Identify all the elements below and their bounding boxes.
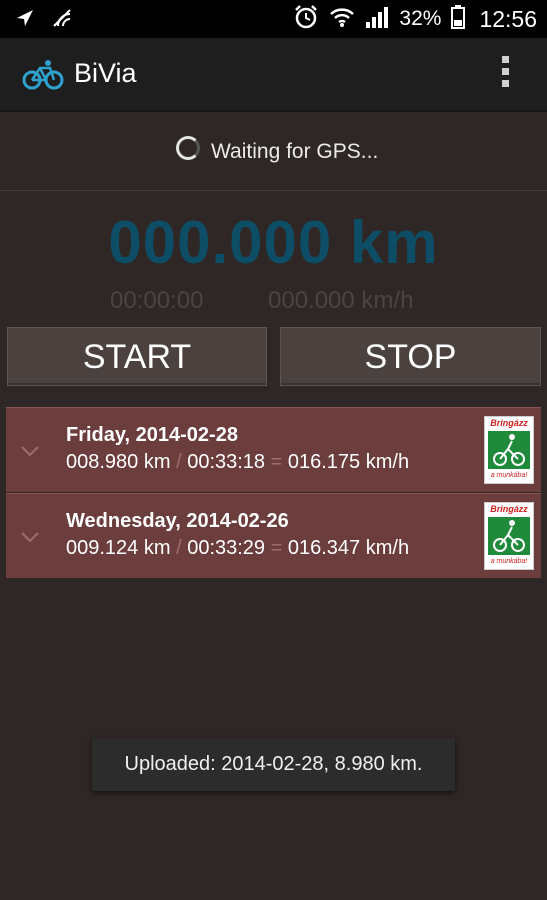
trip-stats: 009.124 km / 00:33:29 = 016.347 km/h [66,537,409,560]
slash-separator: / [176,451,182,473]
status-bar: 32% 12:56 [0,0,547,38]
cyclist-icon [488,517,530,555]
location-icon [14,7,36,34]
distance-readout: 000.000 km [108,209,439,276]
slash-separator: / [176,537,182,559]
gps-status: Waiting for GPS... [0,112,547,191]
trip-distance: 009.124 km [66,537,171,559]
trip-row[interactable]: Wednesday, 2014-02-26 009.124 km / 00:33… [6,493,541,578]
trip-speed: 016.347 km/h [287,537,410,559]
trip-duration: 00:33:18 [187,451,266,473]
trip-date: Wednesday, 2014-02-26 [66,510,289,532]
cyclist-icon [488,431,530,469]
equals-separator: = [270,537,283,559]
elapsed-time-readout: 00:00:00 [110,287,204,314]
stop-button[interactable]: STOP [280,327,541,386]
badge-subtitle: a munkába! [490,558,528,565]
badge-title: Bringázz [490,504,528,514]
toast-message: Uploaded: 2014-02-28, 8.980 km. [92,738,455,791]
signal-icon [50,6,74,35]
cell-signal-icon [365,6,389,33]
badge-title: Bringázz [490,418,528,428]
equals-separator: = [270,451,283,473]
alarm-icon [293,4,319,35]
start-button[interactable]: START [7,327,267,386]
badge-subtitle: a munkába! [490,472,528,479]
speed-readout: 000.000 km/h [268,287,414,314]
chevron-down-icon[interactable] [20,444,40,462]
battery-icon [451,4,466,34]
trip-date: Friday, 2014-02-28 [66,424,238,446]
app-title: BiVia [74,58,137,88]
overflow-menu-icon[interactable] [494,56,516,92]
trip-stats: 008.980 km / 00:33:18 = 016.175 km/h [66,451,409,474]
bringazz-badge-icon: Bringázz a munkába! [484,502,534,570]
trip-duration: 00:33:29 [187,537,266,559]
clock: 12:56 [479,5,537,32]
bringazz-badge-icon: Bringázz a munkába! [484,416,534,484]
trip-speed: 016.175 km/h [287,451,410,473]
spinner-icon [176,136,200,160]
trip-distance: 008.980 km [66,451,171,473]
wifi-icon [329,6,355,33]
trip-list: Friday, 2014-02-28 008.980 km / 00:33:18… [6,407,541,579]
chevron-down-icon[interactable] [20,530,40,548]
app-bar: BiVia [0,38,547,112]
bicycle-icon [22,60,64,95]
trip-row[interactable]: Friday, 2014-02-28 008.980 km / 00:33:18… [6,407,541,492]
battery-percent: 32% [399,7,442,30]
gps-status-label: Waiting for GPS... [211,140,379,163]
